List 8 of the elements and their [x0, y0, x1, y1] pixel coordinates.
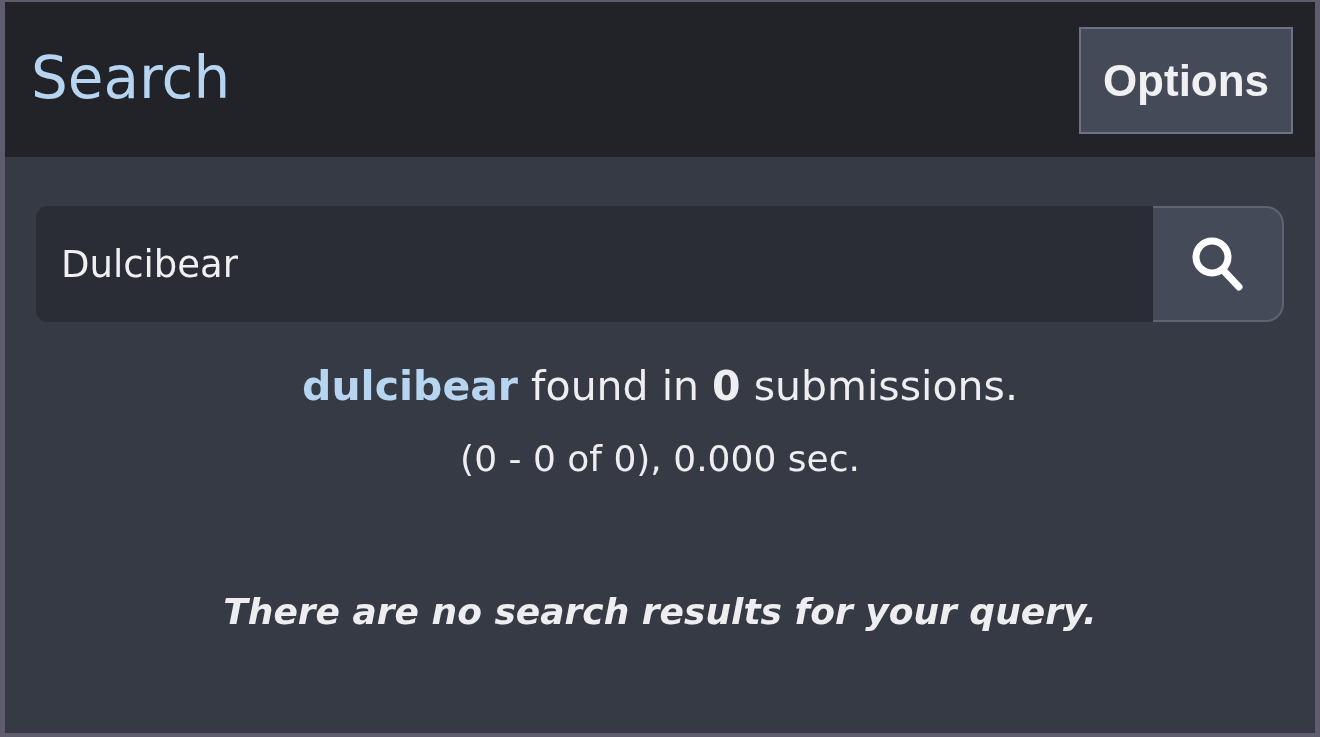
- search-icon: [1190, 236, 1245, 292]
- options-button[interactable]: Options: [1079, 27, 1293, 134]
- result-range: (0 - 0 of 0), 0.000 sec.: [460, 438, 860, 479]
- no-results-message: There are no search results for your query.: [223, 591, 1097, 632]
- page-title: Search: [31, 48, 231, 107]
- search-field[interactable]: Dulcibear: [36, 206, 1153, 322]
- result-summary: dulcibear found in 0 submissions.: [302, 362, 1018, 410]
- search-button[interactable]: [1153, 206, 1284, 322]
